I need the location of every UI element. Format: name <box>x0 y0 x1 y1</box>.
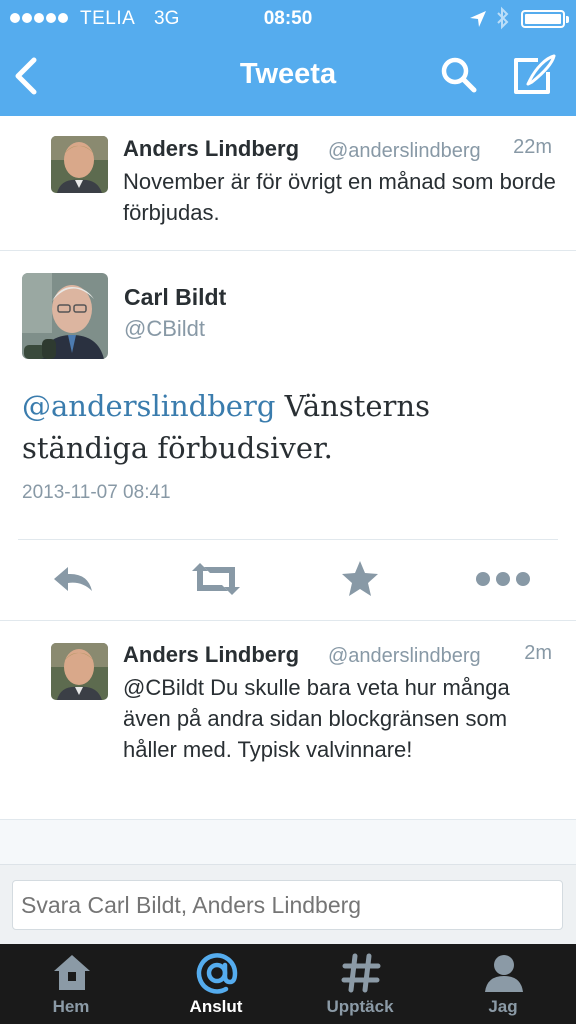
person-icon <box>485 955 523 992</box>
tweet-time: 2m <box>524 642 552 664</box>
author-handle[interactable]: @anderslindberg <box>328 140 481 163</box>
spacer <box>0 820 576 864</box>
divider <box>18 539 558 540</box>
battery-icon <box>521 10 569 28</box>
mention-link[interactable]: @anderslindberg <box>22 389 275 423</box>
tab-label: Upptäck <box>326 997 394 1016</box>
avatar[interactable] <box>22 273 108 359</box>
location-arrow-icon <box>470 11 486 27</box>
compose-icon[interactable] <box>512 54 558 96</box>
page-title: Tweeta <box>239 58 337 90</box>
main-tweet: Carl Bildt @CBildt @anderslindberg Vänst… <box>0 251 576 620</box>
author-handle[interactable]: @CBildt <box>124 316 205 342</box>
tab-discover[interactable]: Upptäck <box>305 944 415 1024</box>
tab-me[interactable]: Jag <box>448 944 558 1024</box>
author-name[interactable]: Anders Lindberg <box>123 642 299 668</box>
more-dots-icon[interactable] <box>474 559 532 599</box>
avatar[interactable] <box>51 643 108 700</box>
tweet-text: November är för övrigt en månad som bord… <box>123 169 556 225</box>
author-name[interactable]: Anders Lindberg <box>123 136 299 162</box>
status-time: 08:50 <box>263 8 313 29</box>
at-sign-icon <box>196 953 238 994</box>
tab-label: Jag <box>488 997 518 1016</box>
home-icon <box>54 955 90 990</box>
tweet-text: @CBildt Du skulle bara veta hur många äv… <box>123 675 510 762</box>
favorite-star-icon[interactable] <box>340 559 380 599</box>
avatar[interactable] <box>51 136 108 193</box>
tab-label: Anslut <box>189 997 243 1016</box>
tab-label: Hem <box>52 997 90 1016</box>
bluetooth-icon <box>497 6 509 30</box>
hashtag-icon <box>341 953 381 993</box>
top-bar: TELIA 3G 08:50 Tweeta <box>0 0 576 116</box>
tab-home[interactable]: Hem <box>16 944 126 1024</box>
tab-connect[interactable]: Anslut <box>161 944 271 1024</box>
retweet-icon[interactable] <box>188 559 244 599</box>
tweet-previous[interactable]: Anders Lindberg @anderslindberg 22m Nove… <box>0 116 576 251</box>
status-bar: TELIA 3G 08:50 <box>0 0 576 38</box>
reply-icon[interactable] <box>50 559 96 599</box>
author-name[interactable]: Carl Bildt <box>124 284 226 311</box>
tweet-reply[interactable]: Anders Lindberg @anderslindberg 2m @CBil… <box>0 620 576 820</box>
search-icon[interactable] <box>440 56 478 94</box>
reply-bar <box>0 864 576 944</box>
reply-input[interactable] <box>12 880 563 930</box>
tab-bar: Hem Anslut Upptäck Jag <box>0 944 576 1024</box>
tweet-timestamp: 2013-11-07 08:41 <box>22 482 171 503</box>
author-handle[interactable]: @anderslindberg <box>328 645 481 668</box>
tweet-text: @anderslindberg Vänsterns ständiga förbu… <box>22 385 562 469</box>
tweet-time: 22m <box>513 136 552 158</box>
